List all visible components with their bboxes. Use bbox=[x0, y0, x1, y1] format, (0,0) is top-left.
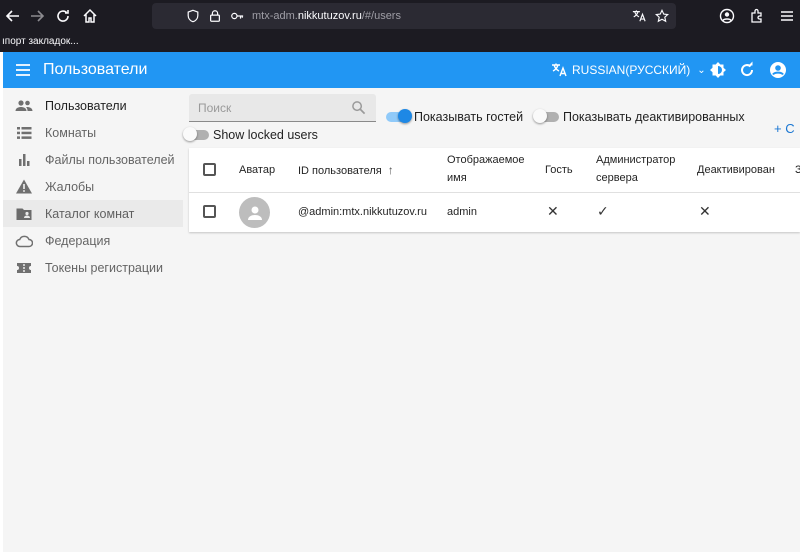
language-selector[interactable]: RUSSIAN(РУССКИЙ) ⌄ bbox=[551, 52, 706, 88]
bar-chart-icon bbox=[3, 151, 45, 169]
cell-admin-yes-icon: ✓ bbox=[597, 203, 609, 219]
cell-displayname: admin bbox=[447, 206, 477, 218]
select-all-checkbox[interactable] bbox=[203, 163, 216, 176]
column-header-avatar: Аватар bbox=[239, 164, 276, 176]
ticket-icon bbox=[3, 259, 45, 277]
url-text: mtx-adm.nikkutuzov.ru/#/users bbox=[252, 10, 401, 22]
search-icon bbox=[352, 101, 366, 115]
cell-deactivated-no-icon: ✕ bbox=[699, 203, 711, 219]
warning-icon bbox=[3, 178, 45, 196]
forward-icon[interactable] bbox=[24, 3, 50, 29]
sidebar-item-label: Файлы пользователей bbox=[45, 152, 175, 167]
bookmarks-bar[interactable]: ıпорт закладок... bbox=[0, 32, 800, 52]
header-divider bbox=[189, 192, 800, 193]
sidebar-item-user-media[interactable]: Файлы пользователей bbox=[3, 146, 183, 173]
column-header-user-id[interactable]: ID пользователя ↑ bbox=[298, 161, 394, 180]
cell-user-id: @admin:mtx.nikkutuzov.ru bbox=[298, 206, 427, 218]
show-deactivated-toggle[interactable]: Показывать деактивированных bbox=[533, 109, 745, 124]
sidebar: Пользователи Комнаты Файлы пользователей… bbox=[3, 92, 183, 281]
theme-toggle-icon[interactable] bbox=[705, 52, 731, 88]
row-checkbox[interactable] bbox=[203, 205, 216, 218]
show-locked-toggle[interactable]: Show locked users bbox=[183, 127, 318, 142]
sidebar-item-label: Каталог комнат bbox=[45, 206, 135, 221]
extensions-icon[interactable] bbox=[744, 3, 770, 29]
back-icon[interactable] bbox=[0, 3, 26, 29]
people-icon bbox=[3, 97, 45, 115]
sidebar-item-label: Жалобы bbox=[45, 179, 95, 194]
url-prefix: mtx-adm. bbox=[252, 10, 298, 22]
folder-shared-icon bbox=[3, 205, 45, 223]
column-header-label-line2: имя bbox=[447, 172, 467, 184]
show-guests-toggle[interactable]: Показывать гостей bbox=[386, 109, 524, 124]
sidebar-item-federation[interactable]: Федерация bbox=[3, 227, 183, 254]
address-bar[interactable]: mtx-adm.nikkutuzov.ru/#/users bbox=[152, 3, 676, 29]
cloud-icon bbox=[3, 232, 45, 250]
toggle-label: Показывать деактивированных bbox=[563, 110, 745, 124]
sidebar-item-label: Комнаты bbox=[45, 125, 97, 140]
translate-icon bbox=[552, 63, 567, 77]
column-header-label-line1: Отображаемое bbox=[447, 154, 525, 166]
toggle-switch[interactable] bbox=[183, 127, 209, 141]
sidebar-item-label: Токены регистрации bbox=[45, 260, 163, 275]
users-table: Аватар ID пользователя ↑ Отображаемое им… bbox=[189, 148, 800, 232]
reload-icon[interactable] bbox=[50, 3, 76, 29]
app-bar: Пользователи RUSSIAN(РУССКИЙ) ⌄ bbox=[3, 52, 800, 88]
sidebar-item-label: Федерация bbox=[45, 233, 111, 248]
hamburger-menu-icon[interactable] bbox=[3, 52, 43, 88]
shield-icon[interactable] bbox=[182, 3, 204, 29]
url-domain: nikkutuzov.ru bbox=[297, 10, 362, 22]
key-icon[interactable] bbox=[226, 3, 248, 29]
column-header-admin[interactable]: Администратор сервера bbox=[596, 151, 675, 187]
toggle-switch[interactable] bbox=[386, 109, 412, 123]
person-icon bbox=[247, 206, 262, 220]
search-input[interactable] bbox=[189, 94, 349, 121]
column-header-label-line2: сервера bbox=[596, 172, 638, 184]
column-header-deactivated[interactable]: Деактивирован bbox=[697, 161, 775, 179]
avatar bbox=[239, 197, 270, 228]
translate-icon[interactable] bbox=[628, 3, 650, 29]
menu-icon[interactable] bbox=[774, 3, 800, 29]
toggle-label: Показывать гостей bbox=[414, 110, 524, 124]
sidebar-item-reports[interactable]: Жалобы bbox=[3, 173, 183, 200]
search-field[interactable] bbox=[189, 94, 376, 122]
user-menu-icon[interactable] bbox=[765, 52, 791, 88]
toggle-switch[interactable] bbox=[533, 109, 559, 123]
star-icon[interactable] bbox=[651, 3, 673, 29]
page-title: Пользователи bbox=[43, 61, 148, 78]
browser-toolbar: mtx-adm.nikkutuzov.ru/#/users bbox=[0, 0, 800, 32]
create-button[interactable]: + С bbox=[774, 121, 795, 136]
sidebar-item-rooms[interactable]: Комнаты bbox=[3, 119, 183, 146]
refresh-icon[interactable] bbox=[734, 52, 760, 88]
url-path: /#/users bbox=[361, 10, 401, 22]
sidebar-item-room-directory[interactable]: Каталог комнат bbox=[3, 200, 183, 227]
column-header-label: ID пользователя bbox=[298, 165, 382, 177]
sort-arrow-icon: ↑ bbox=[387, 163, 394, 177]
toggle-label: Show locked users bbox=[213, 128, 318, 142]
column-header-extra[interactable]: З bbox=[795, 161, 800, 179]
list-icon bbox=[3, 124, 45, 142]
sidebar-item-registration-tokens[interactable]: Токены регистрации bbox=[3, 254, 183, 281]
sidebar-item-users[interactable]: Пользователи bbox=[3, 92, 183, 119]
column-header-label-line1: Администратор bbox=[596, 154, 676, 166]
column-header-guest[interactable]: Гость bbox=[545, 161, 573, 179]
column-header-displayname[interactable]: Отображаемое имя bbox=[447, 151, 525, 187]
language-label: RUSSIAN(РУССКИЙ) bbox=[572, 63, 691, 77]
home-icon[interactable] bbox=[77, 3, 103, 29]
sidebar-item-label: Пользователи bbox=[45, 98, 127, 113]
lock-icon[interactable] bbox=[204, 3, 226, 29]
cell-guest-no-icon: ✕ bbox=[547, 203, 559, 219]
account-icon[interactable] bbox=[714, 3, 740, 29]
